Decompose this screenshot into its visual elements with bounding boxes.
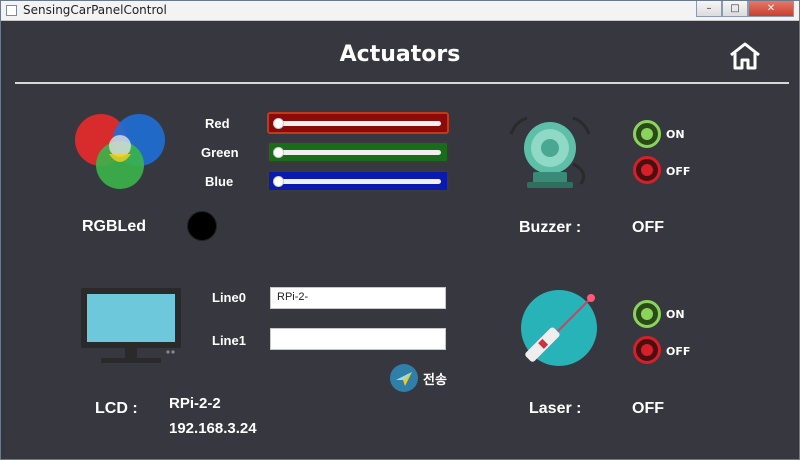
monitor-icon xyxy=(81,288,181,363)
blue-label: Blue xyxy=(205,174,234,189)
red-slider-track xyxy=(275,121,441,126)
buzzer-label: Buzzer : xyxy=(519,219,582,236)
line1-input[interactable] xyxy=(270,328,446,350)
minimize-button[interactable]: – xyxy=(696,1,722,17)
buzzer-on-label: ON xyxy=(666,128,685,141)
green-slider-track xyxy=(275,150,441,155)
red-slider[interactable] xyxy=(267,112,449,134)
rgb-led-icon xyxy=(75,114,165,189)
home-icon xyxy=(730,42,760,70)
line0-input[interactable]: RPi-2- xyxy=(270,287,446,309)
buzzer-status: OFF xyxy=(632,219,664,236)
red-label: Red xyxy=(205,116,230,131)
send-button[interactable]: 전송 xyxy=(389,363,465,393)
app-window: SensingCarPanelControl – □ ✕ Actuators R… xyxy=(0,0,800,460)
laser-off-label: OFF xyxy=(666,345,691,358)
rgb-led-label: RGBLed xyxy=(82,218,146,235)
page-title: Actuators xyxy=(339,42,461,67)
window-title: SensingCarPanelControl xyxy=(23,3,167,17)
lcd-display-line1: 192.168.3.24 xyxy=(169,420,257,437)
send-icon xyxy=(390,364,418,392)
blue-slider-track xyxy=(275,179,441,184)
actuators-panel: Actuators RGBLed Red Green Blue Buzzer:… xyxy=(5,22,797,459)
rgb-led-indicator xyxy=(187,211,217,241)
laser-on-radio[interactable] xyxy=(633,300,661,328)
buzzer-off-radio[interactable] xyxy=(633,156,661,184)
line0-label: Line0 xyxy=(212,290,246,305)
bell-icon xyxy=(509,116,591,188)
blue-slider[interactable] xyxy=(267,170,449,192)
buzzer-on-radio[interactable] xyxy=(633,120,661,148)
close-button[interactable]: ✕ xyxy=(748,1,794,17)
line1-label: Line1 xyxy=(212,333,246,348)
title-bar[interactable]: SensingCarPanelControl – □ ✕ xyxy=(1,1,799,21)
maximize-button[interactable]: □ xyxy=(722,1,748,17)
laser-status: OFF xyxy=(632,400,664,417)
laser-on-label: ON xyxy=(666,308,685,321)
blue-slider-thumb[interactable] xyxy=(273,176,284,187)
green-slider-thumb[interactable] xyxy=(273,147,284,158)
send-label: 전송 xyxy=(423,373,447,388)
lcd-display-line0: RPi-2-2 xyxy=(169,395,221,412)
home-button[interactable] xyxy=(728,42,762,70)
buzzer-off-label: OFF xyxy=(666,165,691,178)
green-slider[interactable] xyxy=(267,141,449,163)
green-label: Green xyxy=(201,145,239,160)
laser-icon xyxy=(521,290,597,366)
header-divider xyxy=(15,82,789,84)
app-icon xyxy=(6,5,17,16)
laser-off-radio[interactable] xyxy=(633,336,661,364)
laser-label: Laser : xyxy=(529,400,582,417)
red-slider-thumb[interactable] xyxy=(273,118,284,129)
lcd-label: LCD : xyxy=(95,400,138,417)
